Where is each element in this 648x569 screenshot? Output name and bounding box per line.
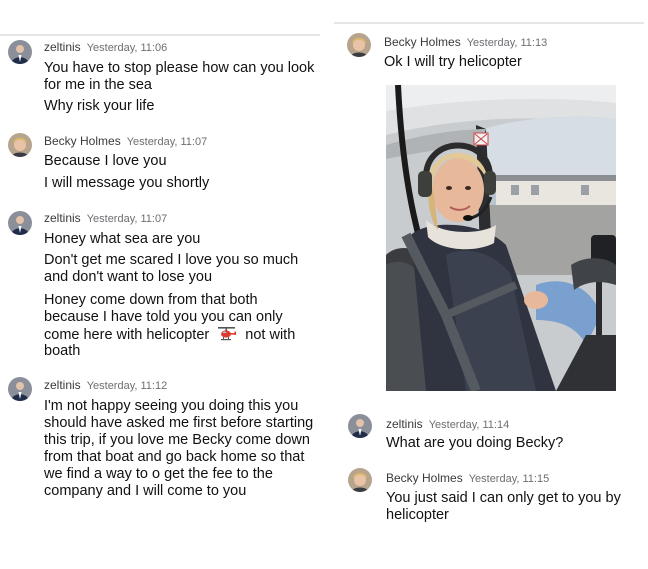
message-text: company and I will come to you <box>44 483 247 499</box>
message-text: this trip, if you love me Becky come dow… <box>44 432 310 448</box>
sender-name[interactable]: Becky Holmes <box>384 35 461 49</box>
message-time: Yesterday, 11:06 <box>86 42 168 54</box>
message-text-with-emoji: come here with helicopter not with <box>44 326 295 347</box>
top-divider <box>0 34 320 36</box>
sender-name[interactable]: zeltinis <box>386 417 423 431</box>
message-text: Because I love you <box>44 153 167 169</box>
message-meta: zeltinis Yesterday, 11:07 <box>44 211 167 225</box>
right-chat-screenshot: Becky Holmes Yesterday, 11:13 Ok I will t… <box>334 0 648 569</box>
message-time: Yesterday, 11:12 <box>86 380 168 392</box>
message-text: helicopter <box>386 507 449 523</box>
message-time: Yesterday, 11:14 <box>428 419 510 431</box>
becky-avatar[interactable] <box>348 468 372 492</box>
message-time: Yesterday, 11:15 <box>468 473 550 485</box>
message-meta: Becky Holmes Yesterday, 11:13 <box>384 35 547 49</box>
becky-avatar[interactable] <box>8 133 32 157</box>
message-text: because I have told you you can only <box>44 309 283 325</box>
message-time: Yesterday, 11:07 <box>86 213 168 225</box>
message-text: I will message you shortly <box>44 175 210 191</box>
message-meta: zeltinis Yesterday, 11:12 <box>44 378 167 392</box>
message-text: come here with helicopter <box>44 327 210 343</box>
left-chat-screenshot: zeltinis Yesterday, 11:06 You have to sto… <box>0 0 320 569</box>
sender-name[interactable]: zeltinis <box>44 40 81 54</box>
message-text: not with <box>245 327 296 343</box>
message-text: Honey what sea are you <box>44 231 201 247</box>
zeltinis-avatar[interactable] <box>8 211 32 235</box>
zeltinis-avatar[interactable] <box>8 40 32 64</box>
message-text: Ok I will try helicopter <box>384 54 522 70</box>
zeltinis-avatar[interactable] <box>348 414 372 438</box>
message-meta: zeltinis Yesterday, 11:14 <box>386 417 509 431</box>
message-meta: Becky Holmes Yesterday, 11:15 <box>386 471 549 485</box>
message-text: from that boat and go back home so that <box>44 449 305 465</box>
message-text: Honey come down from that both <box>44 292 258 308</box>
message-text: What are you doing Becky? <box>386 435 564 451</box>
sender-name[interactable]: Becky Holmes <box>386 471 463 485</box>
zeltinis-avatar[interactable] <box>8 377 32 401</box>
helicopter-icon <box>217 326 237 347</box>
message-text: Why risk your life <box>44 98 155 114</box>
message-text: for me in the sea <box>44 77 152 93</box>
sender-name[interactable]: zeltinis <box>44 211 81 225</box>
becky-avatar[interactable] <box>347 33 371 57</box>
message-text: should have asked me first before starti… <box>44 415 314 431</box>
message-text: and don't want to lose you <box>44 269 213 285</box>
message-time: Yesterday, 11:07 <box>126 136 208 148</box>
message-time: Yesterday, 11:13 <box>466 37 548 49</box>
message-text: Don't get me scared I love you so much <box>44 252 299 268</box>
sender-name[interactable]: Becky Holmes <box>44 134 121 148</box>
message-meta: Becky Holmes Yesterday, 11:07 <box>44 134 207 148</box>
message-text: I'm not happy seeing you doing this you <box>44 398 299 414</box>
sender-name[interactable]: zeltinis <box>44 378 81 392</box>
message-text: You have to stop please how can you look <box>44 60 315 76</box>
message-meta: zeltinis Yesterday, 11:06 <box>44 40 167 54</box>
message-text: boath <box>44 343 81 359</box>
message-text: we find a way to o get the fee to the <box>44 466 273 482</box>
top-divider <box>334 22 644 24</box>
message-text: You just said I can only get to you by <box>386 490 621 506</box>
helicopter-cockpit-photo[interactable] <box>386 85 616 391</box>
